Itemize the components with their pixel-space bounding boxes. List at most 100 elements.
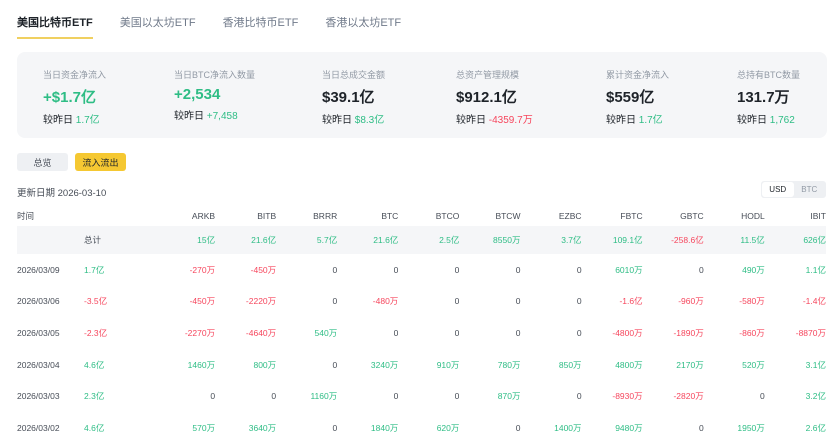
usd-toggle[interactable]: USD xyxy=(762,182,794,197)
column-header: HODL xyxy=(741,211,765,221)
compare-label: 较昨日 xyxy=(456,115,486,126)
value-cell: -4640万 xyxy=(245,327,277,338)
value-cell: 780万 xyxy=(497,359,521,370)
table-row: 2026/03/06 -3.5亿 -450万 -2220万 0 -480万 0 0 0 -1.6亿… xyxy=(17,286,826,318)
value-cell: 1460万 xyxy=(187,359,216,370)
date-cell: 2026/03/06 xyxy=(17,296,60,307)
table-row: 2026/03/05 -2.3亿 -2270万 -4640万 540万 0 0 0 0 -4800… xyxy=(17,317,826,349)
value-cell: -580万 xyxy=(739,296,765,307)
value-cell: 0 xyxy=(393,264,399,275)
value-cell: 0 xyxy=(271,391,277,402)
value-cell: -270万 xyxy=(189,264,216,275)
column-header: BTC xyxy=(381,211,399,221)
date-cell: 2026/03/09 xyxy=(17,264,60,275)
value-cell: 0 xyxy=(576,327,582,338)
stat-compare: 较昨日 +7,458 xyxy=(174,107,255,122)
total-row: 总计 15亿 21.6亿 5.7亿 21.6亿 2.5亿 8550万 3.7亿 109.1亿 -2… xyxy=(17,226,826,254)
value-cell: 0 xyxy=(454,391,460,402)
date-cell: 2026/03/03 xyxy=(17,391,60,402)
stat-compare: 较昨日 $8.3亿 xyxy=(322,111,385,126)
column-header: GBTC xyxy=(680,211,704,221)
stat-item: 当日总成交金额 $39.1亿 较昨日 $8.3亿 xyxy=(322,68,385,126)
value-cell: 1.1亿 xyxy=(805,264,826,275)
column-header: IBIT xyxy=(810,211,826,221)
value-cell: 0 xyxy=(576,391,582,402)
value-cell: 0 xyxy=(515,327,521,338)
value-cell: 910万 xyxy=(436,359,460,370)
value-cell: 0 xyxy=(332,422,338,433)
stat-value: +2,534 xyxy=(174,86,221,103)
value-cell: -3.5亿 xyxy=(84,296,108,307)
value-cell: 1160万 xyxy=(310,391,338,402)
value-cell: 2.3亿 xyxy=(84,391,105,402)
value-cell: -2270万 xyxy=(184,327,216,338)
table-row: 2026/03/02 4.6亿 570万 3640万 0 1840万 620万 0 1400万 9… xyxy=(17,412,826,444)
value-cell: 540万 xyxy=(314,327,338,338)
stat-value: $559亿 xyxy=(606,89,655,106)
value-cell: 570万 xyxy=(192,422,216,433)
overview-button[interactable]: 总览 xyxy=(17,153,68,171)
value-cell: 520万 xyxy=(742,359,765,370)
tab-hk-eth-etf[interactable]: 香港以太坊ETF xyxy=(325,14,401,38)
value-cell: 620万 xyxy=(436,422,460,433)
value-cell: 4.6亿 xyxy=(84,359,105,370)
value-cell: 0 xyxy=(393,327,399,338)
value-cell: 0 xyxy=(332,264,338,275)
value-cell: -450万 xyxy=(189,296,216,307)
column-header: BTCW xyxy=(495,211,521,221)
value-cell: 4800万 xyxy=(615,359,643,370)
btc-toggle[interactable]: BTC xyxy=(794,182,826,197)
value-cell: 0 xyxy=(332,296,338,307)
flows-button[interactable]: 流入流出 xyxy=(75,153,126,171)
value-cell: 0 xyxy=(515,264,521,275)
stat-compare: 较昨日 1.7亿 xyxy=(606,111,669,126)
value-cell: -960万 xyxy=(678,296,704,307)
column-header: BTCO xyxy=(435,211,460,221)
stat-compare: 较昨日 -4359.7万 xyxy=(456,111,533,126)
column-header: FBTC xyxy=(620,211,643,221)
value-cell: 0 xyxy=(760,391,765,402)
value-cell: 0 xyxy=(698,264,704,275)
stat-item: 总持有BTC数量 131.7万 较昨日 1,762 xyxy=(737,68,800,126)
compare-value: 1.7亿 xyxy=(638,115,663,126)
column-header: ARKB xyxy=(191,211,216,221)
column-header: 时间 xyxy=(17,211,35,221)
tab-us-btc-etf[interactable]: 美国比特币ETF xyxy=(17,14,93,39)
column-header: BRRR xyxy=(313,211,338,221)
stat-item: 总资产管理规模 $912.1亿 较昨日 -4359.7万 xyxy=(456,68,533,126)
value-cell: 1950万 xyxy=(737,422,765,433)
stat-compare: 较昨日 1,762 xyxy=(737,111,800,126)
value-cell: 4.6亿 xyxy=(84,422,105,433)
flows-table: 时间 ARKB BITB BRRR BTC BTCO BTCW EZBC FBTC GBTC HOD… xyxy=(17,206,826,444)
value-cell: -8870万 xyxy=(795,327,826,338)
value-cell: 0 xyxy=(515,422,521,433)
value-cell: 0 xyxy=(393,391,399,402)
value-cell: 3.2亿 xyxy=(805,391,826,402)
update-date: 更新日期 2026-03-10 xyxy=(17,188,107,199)
currency-toggle: USD BTC xyxy=(761,181,826,198)
compare-label: 较昨日 xyxy=(606,115,636,126)
value-cell: 1840万 xyxy=(370,422,399,433)
value-cell: -2.3亿 xyxy=(84,327,108,338)
value-cell: 850万 xyxy=(558,359,582,370)
compare-value: -4359.7万 xyxy=(488,115,533,126)
tab-hk-btc-etf[interactable]: 香港比特币ETF xyxy=(223,14,299,38)
compare-value: $8.3亿 xyxy=(354,115,385,126)
date-cell xyxy=(17,226,84,254)
table-row: 2026/03/03 2.3亿 0 0 1160万 0 0 870万 0 -8930万 -2820万… xyxy=(17,380,826,412)
stat-label: 累计资金净流入 xyxy=(606,70,670,80)
compare-value: 1,762 xyxy=(769,115,795,126)
compare-label: 较昨日 xyxy=(174,111,204,122)
compare-label: 较昨日 xyxy=(322,115,352,126)
stat-item: 当日资金净流入 +$1.7亿 较昨日 1.7亿 xyxy=(43,68,106,126)
stat-item: 当日BTC净流入数量 +2,534 较昨日 +7,458 xyxy=(174,68,255,122)
tab-us-eth-etf[interactable]: 美国以太坊ETF xyxy=(120,14,196,38)
stat-item: 累计资金净流入 $559亿 较昨日 1.7亿 xyxy=(606,68,669,126)
value-cell: 6010万 xyxy=(615,264,643,275)
compare-label: 较昨日 xyxy=(737,115,767,126)
value-cell: 21.6亿 xyxy=(215,226,277,254)
value-cell: 3.7亿 xyxy=(520,226,582,254)
date-cell: 2026/03/05 xyxy=(17,327,60,338)
date-cell: 2026/03/04 xyxy=(17,359,60,370)
value-cell: 0 xyxy=(515,296,521,307)
